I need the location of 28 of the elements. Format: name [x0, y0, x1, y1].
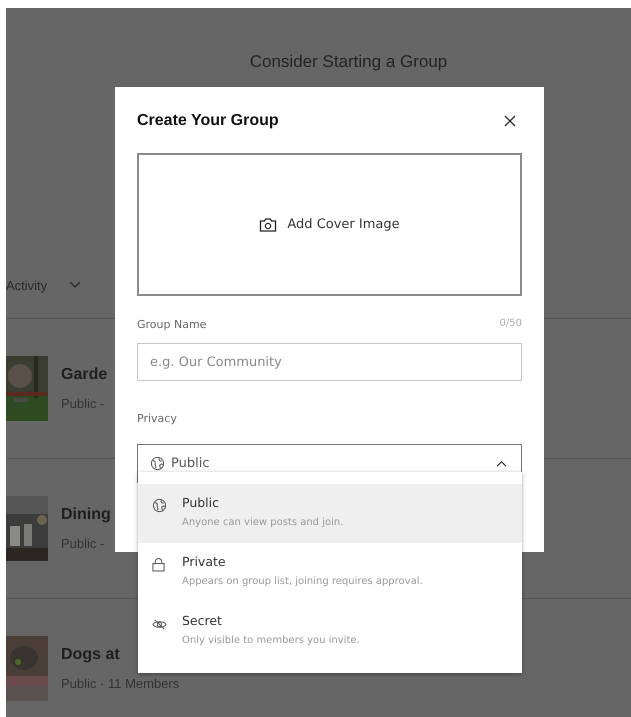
option-title: Secret — [182, 613, 223, 628]
globe-icon — [150, 456, 165, 471]
option-description: Appears on group list, joining requires approval. — [182, 576, 423, 587]
option-title: Private — [182, 554, 227, 569]
option-description: Anyone can view posts and join. — [182, 517, 344, 528]
option-title: Public — [182, 495, 220, 510]
page-heading: Consider Starting a Group — [248, 51, 448, 72]
add-cover-image-button[interactable]: Add Cover Image — [137, 153, 522, 296]
sort-label: Activity — [6, 278, 48, 292]
field-label: Group Name — [137, 318, 206, 333]
group-name-field[interactable]: e.g. Our Community — [137, 343, 522, 381]
option-description: Only visible to members you invite. — [182, 635, 360, 646]
globe-icon — [152, 498, 167, 513]
lock-icon — [152, 557, 165, 572]
group-title: Garde — [61, 366, 108, 384]
camera-icon — [259, 218, 278, 232]
group-title: Dogs at — [61, 646, 121, 664]
privacy-option[interactable]: Public Anyone can view posts and join. — [138, 484, 522, 543]
group-title: Dining — [61, 506, 111, 524]
character-counter: 0/50 — [500, 318, 522, 331]
privacy-option[interactable]: Private Appears on group list, joining requires approval. — [138, 543, 522, 602]
field-label: Privacy — [137, 412, 177, 427]
privacy-option[interactable]: Secret Only visible to members you invite. — [138, 602, 522, 661]
dialog-title: Create Your Group — [137, 112, 279, 130]
chevron-down-icon[interactable] — [69, 281, 82, 289]
chevron-up-icon — [496, 460, 507, 467]
close-icon[interactable] — [504, 115, 516, 127]
hidden-eye-icon — [152, 618, 167, 631]
